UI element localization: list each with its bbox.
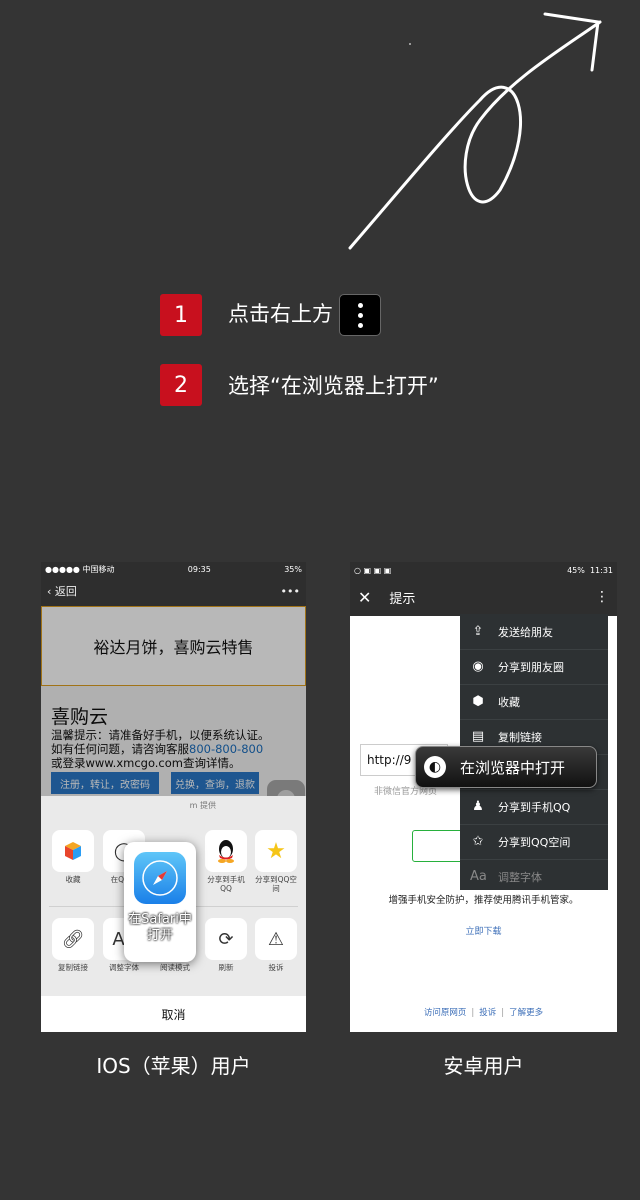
share-icon: ⇪ [472, 624, 484, 639]
download-link[interactable]: 立即下载 [350, 924, 617, 937]
curved-arrow-icon [348, 12, 602, 250]
open-in-safari-button[interactable]: 在Safari中打开 [124, 842, 196, 962]
android-nav-bar: ✕ 提示 ⋮ [350, 578, 617, 616]
step-2-badge: 2 [160, 364, 202, 406]
ios-caption: IOS（苹果）用户 [96, 1054, 251, 1078]
cube-icon: ⬢ [472, 694, 484, 709]
back-button[interactable]: ‹ 返回 [47, 583, 77, 599]
font-icon: Aa [470, 869, 487, 884]
report-link[interactable]: 投诉 [479, 1008, 496, 1018]
open-in-safari-label: 在Safari中打开 [128, 912, 192, 943]
sheet-copy-link[interactable]: 🔗︎ 复制链接 [52, 918, 94, 972]
open-in-browser-button[interactable]: ◐ 在浏览器中打开 [415, 746, 597, 788]
menu-share-moments[interactable]: ◉ 分享到朋友圈 [460, 649, 608, 685]
menu-share-qzone[interactable]: ✩ 分享到QQ空间 [460, 824, 608, 860]
warning-icon: ⚠ [255, 918, 297, 960]
carrier-label: ●●●●● 中国移动 [45, 564, 115, 574]
page-title: 提示 [389, 591, 416, 607]
battery-label: 45% [567, 565, 585, 575]
visit-original-link[interactable]: 访问原网页 [424, 1008, 467, 1018]
notification-icons: ○ ▣ ▣ ▣ [354, 565, 392, 575]
sheet-report[interactable]: ⚠ 投诉 [255, 918, 297, 972]
sheet-source-label: m 提供 [189, 801, 216, 810]
qzone-icon: ★ [255, 830, 297, 872]
more-menu-icon[interactable]: ⋮ [595, 589, 609, 605]
ios-nav-bar: ‹ 返回 ••• [41, 576, 306, 606]
time-label: 09:35 [187, 564, 211, 574]
cancel-button[interactable]: 取消 [41, 996, 306, 1032]
step-1: 1 点击右上方 [160, 294, 381, 336]
refresh-icon: ⟳ [205, 918, 247, 960]
more-button[interactable]: ••• [281, 585, 300, 598]
qq-icon [205, 830, 247, 872]
android-status-bar: ○ ▣ ▣ ▣ 45% 11:31 [350, 562, 617, 578]
battery-label: 35% [284, 564, 302, 574]
cube-icon [52, 830, 94, 872]
learn-more-link[interactable]: 了解更多 [509, 1008, 543, 1018]
android-caption: 安卓用户 [443, 1054, 524, 1078]
security-tip: 增强手机安全防护，推荐使用腾讯手机管家。 [388, 895, 579, 906]
step-2: 2 选择“在浏览器上打开” [160, 364, 439, 406]
ios-screenshot: ●●●●● 中国移动 09:35 35% ‹ 返回 ••• 裕达月饼，喜购云特售… [41, 562, 306, 1032]
open-in-browser-label: 在浏览器中打开 [460, 758, 566, 777]
android-screenshot: ○ ▣ ▣ ▣ 45% 11:31 ✕ 提示 ⋮ http://9 非微信官方网… [350, 562, 617, 1032]
doc-icon: ▤ [471, 729, 485, 744]
qzone-icon: ✩ [472, 834, 484, 849]
qq-icon: ♟ [472, 799, 484, 814]
sheet-share-qzone[interactable]: ★ 分享到QQ空间 [255, 830, 297, 893]
close-icon[interactable]: ✕ [358, 588, 371, 607]
sheet-favorite[interactable]: 收藏 [52, 830, 94, 884]
time-label: 11:31 [589, 565, 613, 575]
ios-status-bar: ●●●●● 中国移动 09:35 35% [41, 562, 306, 576]
more-menu-icon [339, 294, 381, 336]
menu-share-qq[interactable]: ♟ 分享到手机QQ [460, 789, 608, 825]
step-2-text: 选择“在浏览器上打开” [228, 374, 439, 398]
menu-send-to-friend[interactable]: ⇪ 发送给朋友 [460, 614, 608, 650]
step-1-text: 点击右上方 [228, 294, 381, 336]
safari-compass-icon [134, 852, 186, 904]
link-icon: 🔗︎ [52, 918, 94, 960]
step-1-badge: 1 [160, 294, 202, 336]
sheet-refresh[interactable]: ⟳ 刷新 [205, 918, 247, 972]
sheet-share-qq[interactable]: 分享到手机QQ [205, 830, 247, 893]
menu-font-size[interactable]: Aa 调整字体 [460, 859, 608, 890]
footer-links: 访问原网页 | 投诉 | 了解更多 [423, 1008, 544, 1018]
ios-page: 裕达月饼，喜购云特售 喜购云 温馨提示：请准备好手机，以便系统认证。 如有任何问… [41, 606, 306, 1032]
globe-icon: ◐ [424, 756, 446, 778]
moments-icon: ◉ [472, 659, 484, 674]
menu-favorite[interactable]: ⬢ 收藏 [460, 684, 608, 720]
